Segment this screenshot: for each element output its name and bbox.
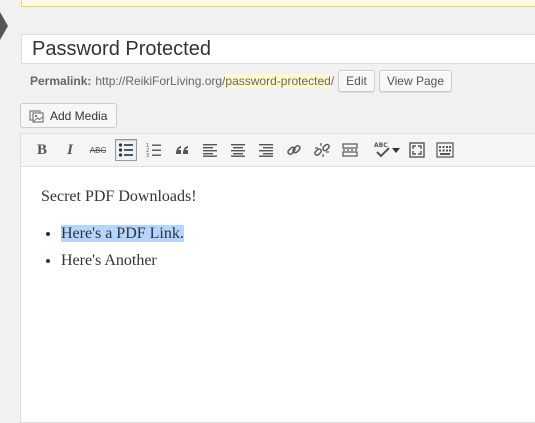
bullet-list-icon bbox=[118, 143, 133, 157]
content-paragraph: Secret PDF Downloads! bbox=[41, 188, 197, 205]
read-more-icon bbox=[342, 143, 358, 157]
strikethrough-icon: ABC bbox=[89, 145, 107, 155]
editor-toolbar: B I ABC 1 2 3 ABC bbox=[21, 134, 535, 167]
bold-button[interactable]: B bbox=[31, 139, 53, 161]
align-center-button[interactable] bbox=[227, 139, 249, 161]
italic-icon: I bbox=[67, 141, 73, 158]
permalink-url[interactable]: http://ReikiForLiving.org/password-prote… bbox=[95, 74, 334, 88]
permalink-trailing: / bbox=[330, 74, 335, 88]
list-item: Here's Another bbox=[61, 251, 197, 270]
post-editor[interactable]: B I ABC 1 2 3 ABC Secret PDF Downloads! … bbox=[20, 133, 535, 423]
admin-notice bbox=[21, 0, 535, 7]
strikethrough-button[interactable]: ABC bbox=[87, 139, 109, 161]
media-icon bbox=[29, 109, 44, 123]
content-bullet-list: Here's a PDF Link. Here's Another bbox=[41, 224, 197, 270]
numbered-list-icon: 1 2 3 bbox=[146, 143, 161, 158]
align-right-button[interactable] bbox=[255, 139, 277, 161]
blockquote-button[interactable] bbox=[171, 139, 193, 161]
post-title-field[interactable]: Password Protected bbox=[21, 34, 535, 64]
add-media-button[interactable]: Add Media bbox=[20, 103, 117, 128]
spellcheck-icon: ABC bbox=[374, 142, 390, 158]
insert-link-icon bbox=[287, 144, 301, 156]
add-media-label: Add Media bbox=[50, 108, 108, 123]
list-item-text[interactable]: Here's Another bbox=[61, 252, 157, 269]
selected-list-item-text[interactable]: Here's a PDF Link. bbox=[61, 225, 184, 242]
permalink-row: Permalink: http://ReikiForLiving.org/pas… bbox=[30, 70, 452, 92]
edit-permalink-button[interactable]: Edit bbox=[338, 70, 375, 92]
view-page-button[interactable]: View Page bbox=[378, 70, 452, 92]
permalink-label: Permalink: bbox=[30, 74, 92, 88]
admin-menu-arrow-icon bbox=[0, 12, 8, 40]
list-item: Here's a PDF Link. bbox=[61, 224, 197, 243]
fullscreen-button[interactable] bbox=[406, 139, 428, 161]
permalink-base: http://ReikiForLiving.org/ bbox=[95, 74, 226, 88]
align-center-icon bbox=[231, 144, 245, 157]
svg-text:3: 3 bbox=[146, 153, 149, 158]
kitchen-sink-button[interactable] bbox=[434, 139, 456, 161]
blockquote-icon bbox=[176, 146, 188, 154]
spellcheck-label: ABC bbox=[374, 142, 388, 149]
align-left-button[interactable] bbox=[199, 139, 221, 161]
read-more-button[interactable] bbox=[339, 139, 361, 161]
bold-icon: B bbox=[36, 141, 47, 158]
permalink-slug: password-protected bbox=[225, 74, 331, 88]
chevron-down-icon bbox=[392, 147, 400, 153]
italic-button[interactable]: I bbox=[59, 139, 81, 161]
unlink-icon bbox=[314, 143, 330, 157]
fullscreen-icon bbox=[409, 142, 425, 158]
spellcheck-dropdown[interactable] bbox=[391, 139, 401, 161]
unlink-button[interactable] bbox=[311, 139, 333, 161]
insert-link-button[interactable] bbox=[283, 139, 305, 161]
align-right-icon bbox=[259, 144, 273, 157]
align-left-icon bbox=[203, 144, 217, 157]
bullet-list-button[interactable] bbox=[115, 139, 137, 161]
editor-content[interactable]: Secret PDF Downloads! Here's a PDF Link.… bbox=[41, 188, 197, 278]
kitchen-sink-icon bbox=[436, 142, 454, 158]
post-title-value[interactable]: Password Protected bbox=[32, 38, 211, 61]
numbered-list-button[interactable]: 1 2 3 bbox=[143, 139, 165, 161]
